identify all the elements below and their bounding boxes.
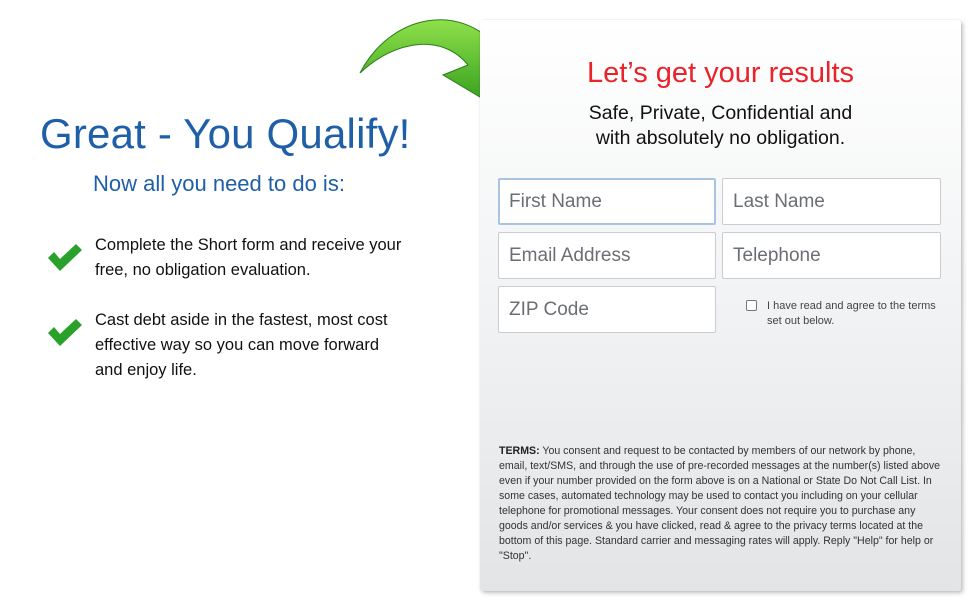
agree-checkbox[interactable] <box>746 300 757 311</box>
lead-form-panel: Let’s get your results Safe, Private, Co… <box>480 20 961 591</box>
first-name-field[interactable] <box>498 178 716 225</box>
benefit-text: Cast debt aside in the fastest, most cos… <box>95 311 388 379</box>
page-subtitle: Now all you need to do is: <box>93 171 345 196</box>
email-field[interactable] <box>498 232 716 279</box>
terms-heading: TERMS: <box>499 445 540 457</box>
agree-label: I have read and agree to the terms set o… <box>767 300 936 327</box>
form-subtitle-line: Safe, Private, Confidential and <box>588 102 853 124</box>
check-icon <box>48 244 82 271</box>
terms-body: You consent and request to be contacted … <box>499 445 941 562</box>
page-title: Great - You Qualify! <box>40 110 411 157</box>
terms-text: TERMS: You consent and request to be con… <box>499 444 942 564</box>
form-subtitle: Safe, Private, Confidential and with abs… <box>480 101 961 151</box>
form-subtitle-line: with absolutely no obligation. <box>595 127 846 149</box>
benefit-text: Complete the Short form and receive your… <box>95 236 402 279</box>
zip-code-field[interactable] <box>498 286 716 333</box>
check-icon <box>48 319 82 346</box>
last-name-field[interactable] <box>722 178 941 225</box>
form-title: Let’s get your results <box>586 57 855 89</box>
telephone-field[interactable] <box>722 232 941 279</box>
